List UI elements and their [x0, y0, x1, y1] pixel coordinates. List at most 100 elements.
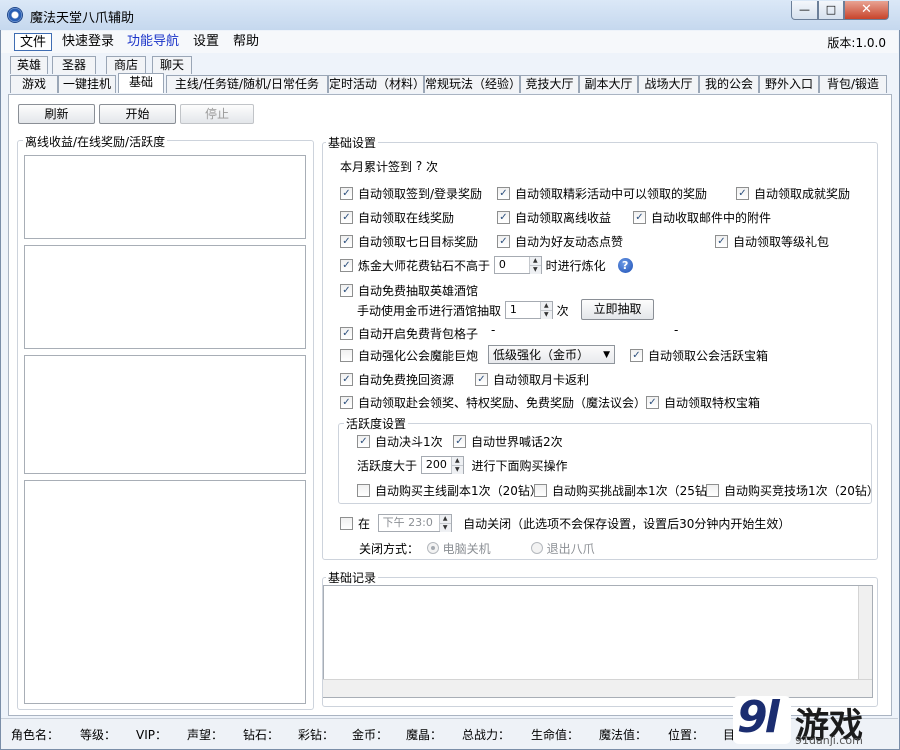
tab-dungeon[interactable]: 副本大厅: [579, 75, 638, 93]
opt-level-gift[interactable]: ✓ 自动领取等级礼包: [715, 232, 829, 250]
tab-field-entry[interactable]: 野外入口: [759, 75, 819, 93]
checkbox-checked-icon[interactable]: ✓: [630, 348, 643, 362]
activity-threshold-stepper[interactable]: 200 ▲ ▼: [420, 456, 464, 474]
opt-bag-slot[interactable]: ✓ 自动开启免费背包格子: [340, 324, 478, 342]
tab-timed-events[interactable]: 定时活动（材料）: [328, 75, 425, 93]
down-arrow-icon[interactable]: ▼: [540, 310, 552, 319]
tab-basic[interactable]: 基础: [118, 73, 164, 93]
tab-hero[interactable]: 英雄: [10, 56, 48, 74]
stop-button[interactable]: 停止: [180, 104, 254, 124]
opt-offline-income[interactable]: ✓ 自动领取离线收益: [497, 208, 611, 226]
radio-selected-icon[interactable]: [426, 542, 439, 554]
shutdown-time-picker[interactable]: 下午 23:0 ▲ ▼: [377, 514, 452, 532]
checkbox-checked-icon[interactable]: ✓: [475, 372, 488, 386]
stepper-value[interactable]: 0: [495, 257, 529, 273]
maximize-button[interactable]: □: [818, 1, 844, 20]
tab-game[interactable]: 游戏: [10, 75, 58, 93]
down-arrow-icon[interactable]: ▼: [529, 265, 541, 274]
checkbox-unchecked-icon[interactable]: [534, 483, 547, 497]
opt-buy-arena[interactable]: 自动购买竞技场1次（20钻）: [706, 481, 879, 499]
radio-unselected-icon[interactable]: [530, 542, 543, 554]
opt-guild-chest[interactable]: ✓ 自动领取公会活跃宝箱: [630, 346, 768, 364]
title-bar[interactable]: 魔法天堂八爪辅助 — □ ✕: [0, 0, 900, 30]
opt-mail-attach[interactable]: ✓ 自动收取邮件中的附件: [633, 208, 771, 226]
checkbox-unchecked-icon[interactable]: [357, 483, 370, 497]
tab-bag-forge[interactable]: 背包/锻造: [819, 75, 887, 93]
menu-file[interactable]: 文件: [14, 33, 53, 51]
opt-world-shout[interactable]: ✓ 自动世界喊话2次: [453, 432, 563, 450]
tab-arena[interactable]: 竞技大厅: [520, 75, 579, 93]
down-arrow-icon[interactable]: ▼: [451, 465, 463, 474]
checkbox-checked-icon[interactable]: ✓: [715, 234, 728, 248]
tab-one-key-afk[interactable]: 一键挂机: [58, 75, 116, 93]
checkbox-checked-icon[interactable]: ✓: [340, 326, 353, 340]
tab-my-guild[interactable]: 我的公会: [699, 75, 759, 93]
tab-battlefield[interactable]: 战场大厅: [638, 75, 699, 93]
checkbox-checked-icon[interactable]: ✓: [357, 434, 370, 448]
checkbox-checked-icon[interactable]: ✓: [340, 372, 353, 386]
opt-alchemy[interactable]: ✓ 炼金大师花费钻石不高于 0 ▲ ▼ 时进行炼化 ?: [340, 256, 633, 274]
opt-achievement[interactable]: ✓ 自动领取成就奖励: [736, 184, 850, 202]
alchemy-diamond-stepper[interactable]: 0 ▲ ▼: [493, 256, 542, 274]
opt-guild-cannon[interactable]: 自动强化公会魔能巨炮: [340, 346, 478, 364]
opt-free-recover[interactable]: ✓ 自动免费挽回资源: [340, 370, 454, 388]
exit-app-option[interactable]: 退出八爪: [547, 540, 595, 557]
tab-quests[interactable]: 主线/任务链/随机/日常任务: [166, 75, 328, 93]
checkbox-unchecked-icon[interactable]: [706, 483, 719, 497]
online-reward-box: [24, 245, 306, 349]
checkbox-checked-icon[interactable]: ✓: [633, 210, 646, 224]
menu-quick-login[interactable]: 快速登录: [57, 33, 119, 51]
checkbox-checked-icon[interactable]: ✓: [340, 258, 353, 272]
down-arrow-icon[interactable]: ▼: [439, 523, 451, 532]
minimize-button[interactable]: —: [791, 1, 818, 20]
stepper-value[interactable]: 200: [422, 457, 451, 473]
opt-online-reward[interactable]: ✓ 自动领取在线奖励: [340, 208, 454, 226]
checkbox-checked-icon[interactable]: ✓: [340, 210, 353, 224]
up-arrow-icon[interactable]: ▲: [529, 257, 541, 265]
checkbox-checked-icon[interactable]: ✓: [497, 186, 510, 200]
tab-chat[interactable]: 聊天: [152, 56, 192, 74]
start-button[interactable]: 开始: [99, 104, 176, 124]
opt-duel[interactable]: ✓ 自动决斗1次: [357, 432, 443, 450]
opt-buy-main[interactable]: 自动购买主线副本1次（20钻）: [357, 481, 542, 499]
up-arrow-icon[interactable]: ▲: [439, 515, 451, 523]
opt-council[interactable]: ✓ 自动领取赴会领奖、特权奖励、免费奖励（魔法议会）: [340, 393, 646, 411]
tab-shop[interactable]: 商店: [106, 56, 146, 74]
opt-monthly-card[interactable]: ✓ 自动领取月卡返利: [475, 370, 589, 388]
refresh-button[interactable]: 刷新: [18, 104, 95, 124]
menu-function-nav[interactable]: 功能导航: [122, 33, 184, 51]
up-arrow-icon[interactable]: ▲: [451, 457, 463, 465]
checkbox-checked-icon[interactable]: ✓: [340, 234, 353, 248]
up-arrow-icon[interactable]: ▲: [540, 302, 552, 310]
stepper-value[interactable]: 1: [506, 302, 540, 318]
checkbox-unchecked-icon[interactable]: [340, 348, 353, 362]
draw-now-button[interactable]: 立即抽取: [581, 299, 654, 320]
checkbox-checked-icon[interactable]: ✓: [497, 234, 510, 248]
help-icon[interactable]: ?: [617, 257, 633, 273]
opt-sign-reward[interactable]: ✓ 自动领取签到/登录奖励: [340, 184, 482, 202]
tab-regular-play[interactable]: 常规玩法（经验）: [424, 75, 521, 93]
opt-like-friends[interactable]: ✓ 自动为好友动态点赞: [497, 232, 623, 250]
opt-event-reward[interactable]: ✓ 自动领取精彩活动中可以领取的奖励: [497, 184, 707, 202]
checkbox-unchecked-icon[interactable]: [340, 516, 353, 530]
menu-settings[interactable]: 设置: [188, 33, 224, 51]
time-value[interactable]: 下午 23:0: [379, 515, 439, 531]
opt-seven-day[interactable]: ✓ 自动领取七日目标奖励: [340, 232, 478, 250]
menu-help[interactable]: 帮助: [228, 33, 264, 51]
checkbox-checked-icon[interactable]: ✓: [340, 283, 353, 297]
tab-relic[interactable]: 圣器: [52, 56, 96, 74]
tavern-count-stepper[interactable]: 1 ▲ ▼: [504, 301, 553, 319]
opt-free-tavern[interactable]: ✓ 自动免费抽取英雄酒馆: [340, 281, 478, 299]
checkbox-checked-icon[interactable]: ✓: [453, 434, 466, 448]
cannon-mode-select[interactable]: 低级强化（金币） ▼: [488, 345, 615, 364]
checkbox-checked-icon[interactable]: ✓: [646, 395, 659, 409]
opt-auto-shutdown[interactable]: 在 下午 23:0 ▲ ▼ 自动关闭（此选项不会保存设置，设置后30分钟内开始生效）: [340, 514, 790, 532]
opt-privilege-chest[interactable]: ✓ 自动领取特权宝箱: [646, 393, 760, 411]
close-button[interactable]: ✕: [844, 1, 889, 20]
opt-buy-challenge[interactable]: 自动购买挑战副本1次（25钻）: [534, 481, 719, 499]
checkbox-checked-icon[interactable]: ✓: [340, 186, 353, 200]
checkbox-checked-icon[interactable]: ✓: [340, 395, 353, 409]
checkbox-checked-icon[interactable]: ✓: [736, 186, 749, 200]
checkbox-checked-icon[interactable]: ✓: [497, 210, 510, 224]
shutdown-pc-option[interactable]: 电脑关机: [443, 540, 491, 557]
